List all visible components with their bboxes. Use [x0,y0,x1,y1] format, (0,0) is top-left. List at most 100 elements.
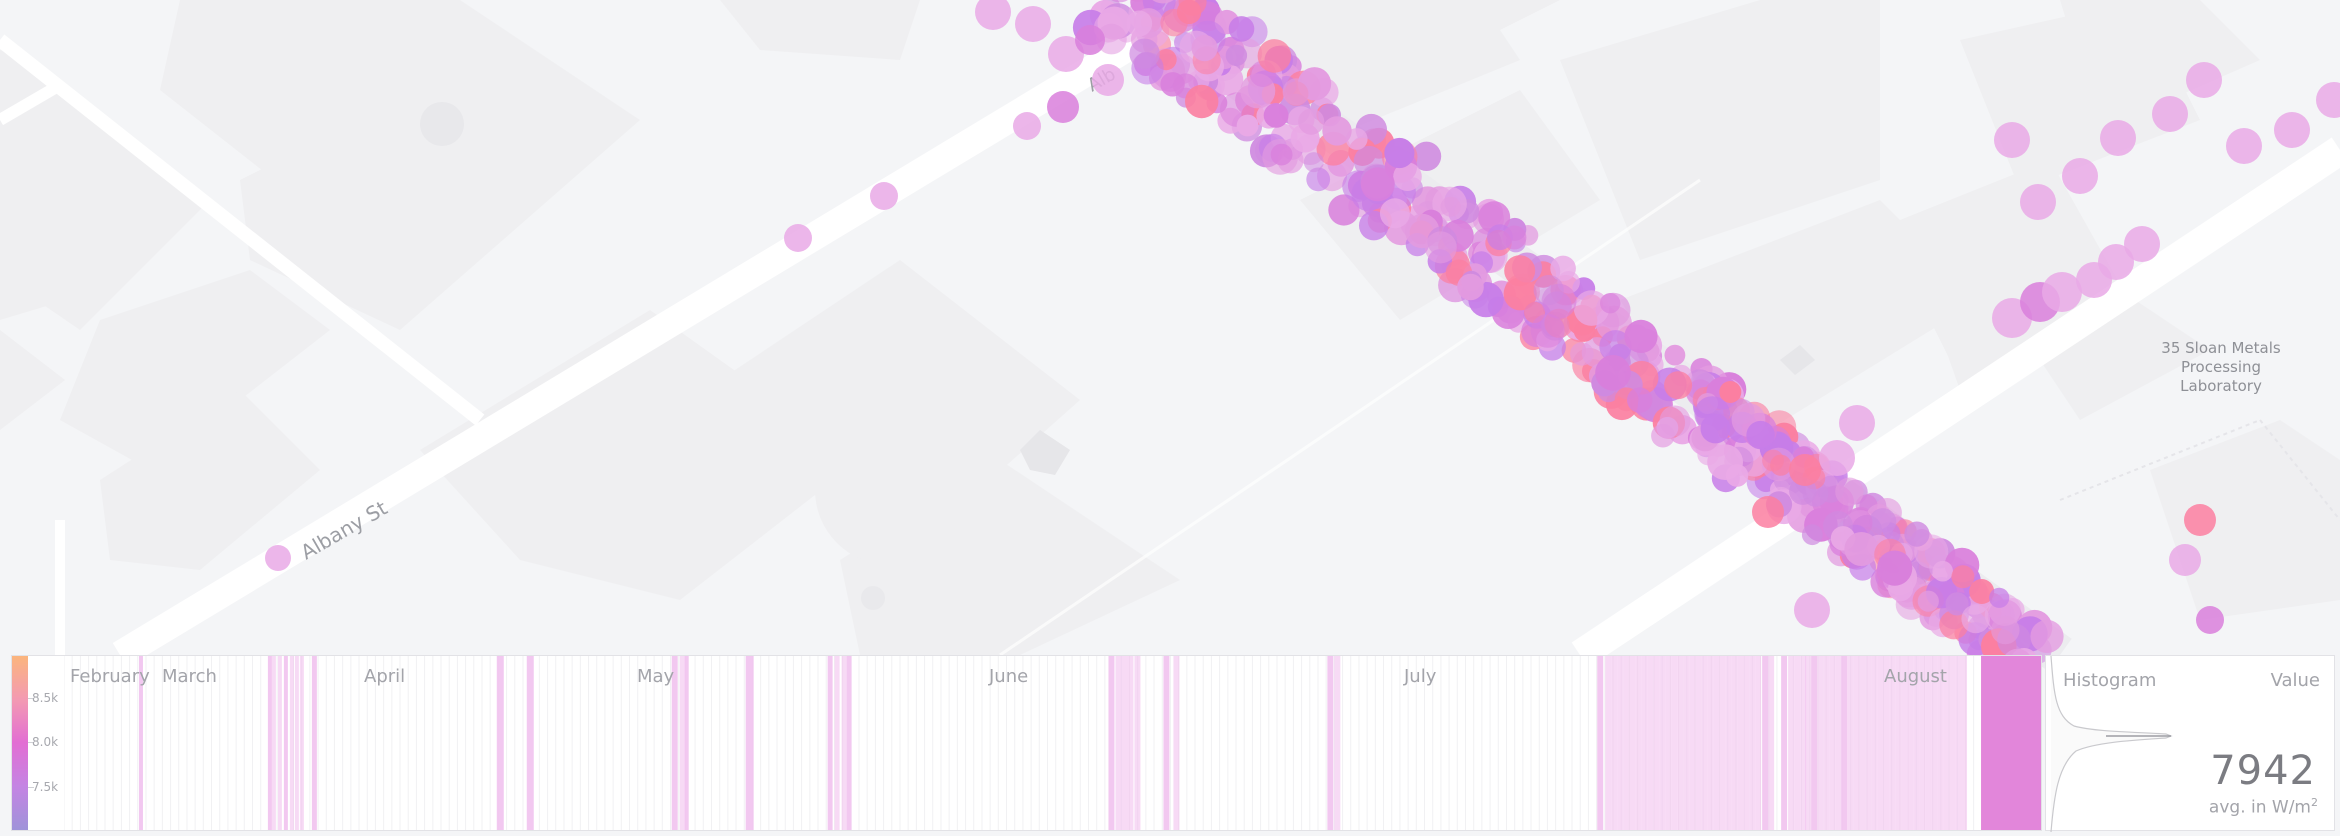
timeline-bar[interactable] [1327,656,1334,830]
timeline-bar[interactable] [1725,656,1732,830]
map-data-point[interactable] [1917,590,1939,612]
timeline-bar[interactable] [1121,656,1128,830]
map-data-point[interactable] [2124,226,2160,262]
map-data-point[interactable] [1236,114,1259,137]
map-data-point[interactable] [265,545,291,571]
map-data-point[interactable] [1225,44,1248,67]
timeline-bar[interactable] [1853,656,1860,830]
map-data-point[interactable] [1789,454,1821,486]
timeline-bar[interactable] [1865,656,1872,830]
timeline-bar[interactable] [1653,656,1660,830]
map-data-point[interactable] [1595,355,1631,391]
timeline-bar[interactable] [1877,656,1884,830]
timeline-bar[interactable] [1611,656,1618,830]
timeline-bar[interactable] [1749,656,1756,830]
timeline-bar[interactable] [1617,656,1624,830]
timeline-bar[interactable] [1871,656,1878,830]
timeline-bar[interactable] [1737,656,1744,830]
timeline-bar[interactable] [1334,656,1341,830]
map-data-point[interactable] [1013,112,1041,140]
timeline-bar[interactable] [267,656,272,830]
timeline-bar[interactable] [1701,656,1708,830]
map-data-point[interactable] [1932,560,1953,582]
timeline-bar[interactable] [299,656,304,830]
timeline-bar[interactable] [1163,656,1170,830]
timeline-bar[interactable] [1597,656,1604,830]
map-data-point[interactable] [1191,35,1218,62]
map-data-point[interactable] [1015,6,1051,42]
map-data-point[interactable] [2196,606,2224,634]
map-data-point[interactable] [1844,532,1879,566]
map-data-point[interactable] [1627,387,1653,413]
timeline-bar[interactable] [277,656,282,830]
timeline-bar[interactable] [1743,656,1750,830]
map-data-point[interactable] [1801,524,1823,546]
map-data-point[interactable] [1530,313,1565,348]
map-data-point[interactable] [2152,96,2188,132]
timeline-bar[interactable] [1677,656,1684,830]
timeline-bar[interactable] [1689,656,1696,830]
timeline-bar[interactable] [1665,656,1672,830]
timeline-bar[interactable] [1949,656,1956,830]
map-data-point[interactable] [1725,464,1749,487]
map-data-point[interactable] [1664,371,1693,400]
map-data-point[interactable] [1384,137,1415,169]
timeline-bar[interactable] [1127,656,1134,830]
timeline-bars[interactable] [64,656,2041,830]
timeline-bar[interactable] [1841,656,1848,830]
map-data-point[interactable] [1457,273,1484,301]
map-data-point[interactable] [1989,587,2010,608]
map-data-point[interactable] [1047,91,1079,123]
map-data-point[interactable] [1533,275,1564,306]
timeline-bar[interactable] [1805,656,1812,830]
timeline-bar[interactable] [1671,656,1678,830]
timeline-bar[interactable] [827,656,833,830]
map-data-point[interactable] [784,224,812,252]
map-data-point[interactable] [1282,78,1310,106]
timeline-bar[interactable] [1707,656,1714,830]
map-data-point[interactable] [1263,103,1289,128]
timeline-bar[interactable] [1641,656,1648,830]
timeline-bar[interactable] [1955,656,1962,830]
map-data-point[interactable] [1746,420,1775,450]
timeline-bar[interactable] [1719,656,1726,830]
timeline-bar[interactable] [1695,656,1702,830]
map-data-point[interactable] [2226,128,2262,164]
timeline-bar[interactable] [1713,656,1720,830]
map-data-point[interactable] [1322,116,1352,146]
map-data-point[interactable] [1440,196,1461,217]
map-data-point[interactable] [1424,231,1457,264]
map-data-point[interactable] [1994,122,2030,158]
timeline-bar[interactable] [1835,656,1842,830]
map-data-point[interactable] [1961,604,1990,634]
map-data-point[interactable] [2316,82,2340,118]
timeline-bar[interactable] [745,656,754,830]
map-data-point[interactable] [2042,272,2082,312]
timeline-bar[interactable] [1629,656,1636,830]
map-data-point[interactable] [2100,120,2136,156]
timeline-bar[interactable] [1134,656,1141,830]
timeline-bar[interactable] [1623,656,1630,830]
map-data-point[interactable] [1504,255,1536,287]
timeline-bar[interactable] [1794,656,1801,830]
timeline-bar[interactable] [1768,656,1775,830]
map-data-point[interactable] [1835,477,1864,506]
timeline-plot[interactable]: February March April May June July Augus… [64,656,2041,830]
map-data-point[interactable] [1664,344,1686,366]
timeline-bar[interactable] [1788,656,1795,830]
map-data-point[interactable] [2186,62,2222,98]
timeline-bar[interactable] [1647,656,1654,830]
timeline-bar[interactable] [526,656,534,830]
map-data-point[interactable] [1270,143,1293,166]
timeline-bar[interactable] [1108,656,1115,830]
map-data-point[interactable] [1877,550,1913,586]
map-data-point[interactable] [1298,108,1325,135]
map-data-point[interactable] [1794,592,1830,628]
timeline-bar[interactable] [846,656,852,830]
timeline-bar[interactable] [834,656,840,830]
timeline-bar[interactable] [1847,656,1854,830]
map-data-point[interactable] [2274,112,2310,148]
timeline-bar[interactable] [311,656,317,830]
map-data-point[interactable] [1904,521,1930,547]
timeline-bar[interactable] [1755,656,1762,830]
